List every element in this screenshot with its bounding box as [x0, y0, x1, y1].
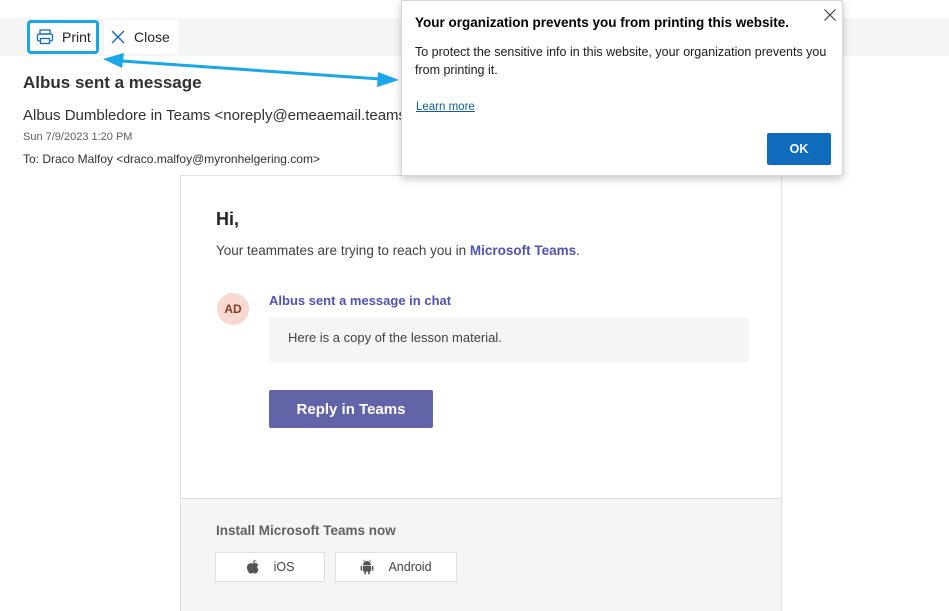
- learn-more-link[interactable]: Learn more: [416, 101, 475, 113]
- install-footer: Install Microsoft Teams now iOS Android: [181, 498, 781, 611]
- close-button[interactable]: Close: [104, 20, 178, 54]
- print-blocked-dialog: Your organization prevents you from prin…: [401, 0, 843, 176]
- dialog-title: Your organization prevents you from prin…: [415, 15, 790, 30]
- apple-icon: [246, 559, 259, 574]
- print-label: Print: [62, 29, 91, 45]
- reply-in-teams-button[interactable]: Reply in Teams: [269, 390, 433, 428]
- email-card: Hi, Your teammates are trying to reach y…: [180, 175, 782, 611]
- android-icon: [361, 559, 374, 575]
- close-icon: [824, 9, 836, 21]
- intro-prefix: Your teammates are trying to reach you i…: [216, 243, 470, 258]
- ok-button[interactable]: OK: [767, 133, 831, 165]
- greeting: Hi,: [216, 209, 240, 229]
- intro-suffix: .: [576, 243, 580, 258]
- chat-message: Here is a copy of the lesson material.: [269, 317, 749, 362]
- printer-icon: [36, 29, 54, 45]
- android-label: Android: [388, 560, 432, 574]
- install-label: Install Microsoft Teams now: [216, 523, 396, 538]
- dialog-close-button[interactable]: [820, 5, 840, 25]
- intro-text: Your teammates are trying to reach you i…: [216, 243, 580, 258]
- recipient-line: To: Draco Malfoy <draco.malfoy@myronhelg…: [23, 152, 320, 166]
- dialog-body: To protect the sensitive info in this we…: [415, 45, 827, 77]
- chat-title[interactable]: Albus sent a message in chat: [269, 293, 451, 308]
- ios-label: iOS: [273, 560, 295, 574]
- message-date: Sun 7/9/2023 1:20 PM: [23, 131, 133, 143]
- print-button[interactable]: Print: [27, 20, 99, 54]
- close-icon: [111, 30, 125, 44]
- ios-download-button[interactable]: iOS: [215, 552, 325, 582]
- teams-brand-link[interactable]: Microsoft Teams: [470, 243, 576, 258]
- android-download-button[interactable]: Android: [335, 552, 457, 582]
- avatar: AD: [217, 293, 249, 325]
- sender-line: Albus Dumbledore in Teams <noreply@emeae…: [23, 107, 403, 124]
- message-subject: Albus sent a message: [23, 73, 202, 92]
- close-label: Close: [134, 29, 170, 45]
